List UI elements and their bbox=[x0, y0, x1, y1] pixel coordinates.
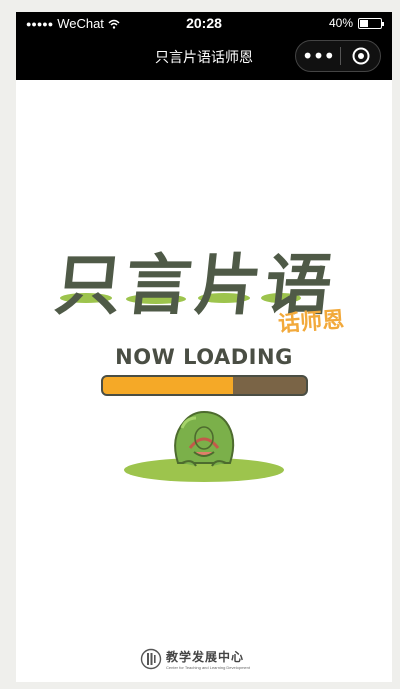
app-logo: 只言片语 话师恩 bbox=[51, 232, 356, 352]
close-circle-icon bbox=[352, 47, 369, 65]
phone-screen: ●●●●● WeChat 20:28 40% 只言片语话师恩 ••• 只言片语 … bbox=[16, 12, 392, 682]
loading-progress-bar bbox=[101, 375, 308, 396]
frog-mascot-icon bbox=[124, 410, 284, 482]
org-name: 教学发展中心 bbox=[166, 650, 245, 664]
close-mini-program-button[interactable] bbox=[341, 41, 380, 71]
status-right: 40% bbox=[328, 16, 384, 30]
mini-program-capsule: ••• bbox=[295, 40, 381, 72]
footer-text: 教学发展中心 Center for Teaching and Learning … bbox=[166, 648, 250, 670]
logo-subtitle: 话师恩 bbox=[277, 306, 345, 338]
nav-bar: 只言片语话师恩 ••• bbox=[16, 34, 392, 80]
battery-icon bbox=[358, 17, 384, 29]
battery-fill bbox=[360, 19, 368, 27]
org-name-en: Center for Teaching and Learning Develop… bbox=[166, 665, 250, 670]
loading-progress-fill bbox=[103, 377, 233, 394]
battery-percent: 40% bbox=[328, 16, 353, 30]
loading-label: NOW LOADING bbox=[115, 345, 293, 369]
footer-org-logo: 教学发展中心 Center for Teaching and Learning … bbox=[140, 646, 270, 672]
more-menu-button[interactable]: ••• bbox=[296, 41, 340, 71]
org-emblem-icon bbox=[140, 648, 162, 670]
more-icon: ••• bbox=[301, 44, 335, 68]
status-bar: ●●●●● WeChat 20:28 40% bbox=[16, 12, 392, 34]
page-content: 只言片语 话师恩 NOW LOADING 教学发展中心 Center for T… bbox=[16, 80, 392, 682]
